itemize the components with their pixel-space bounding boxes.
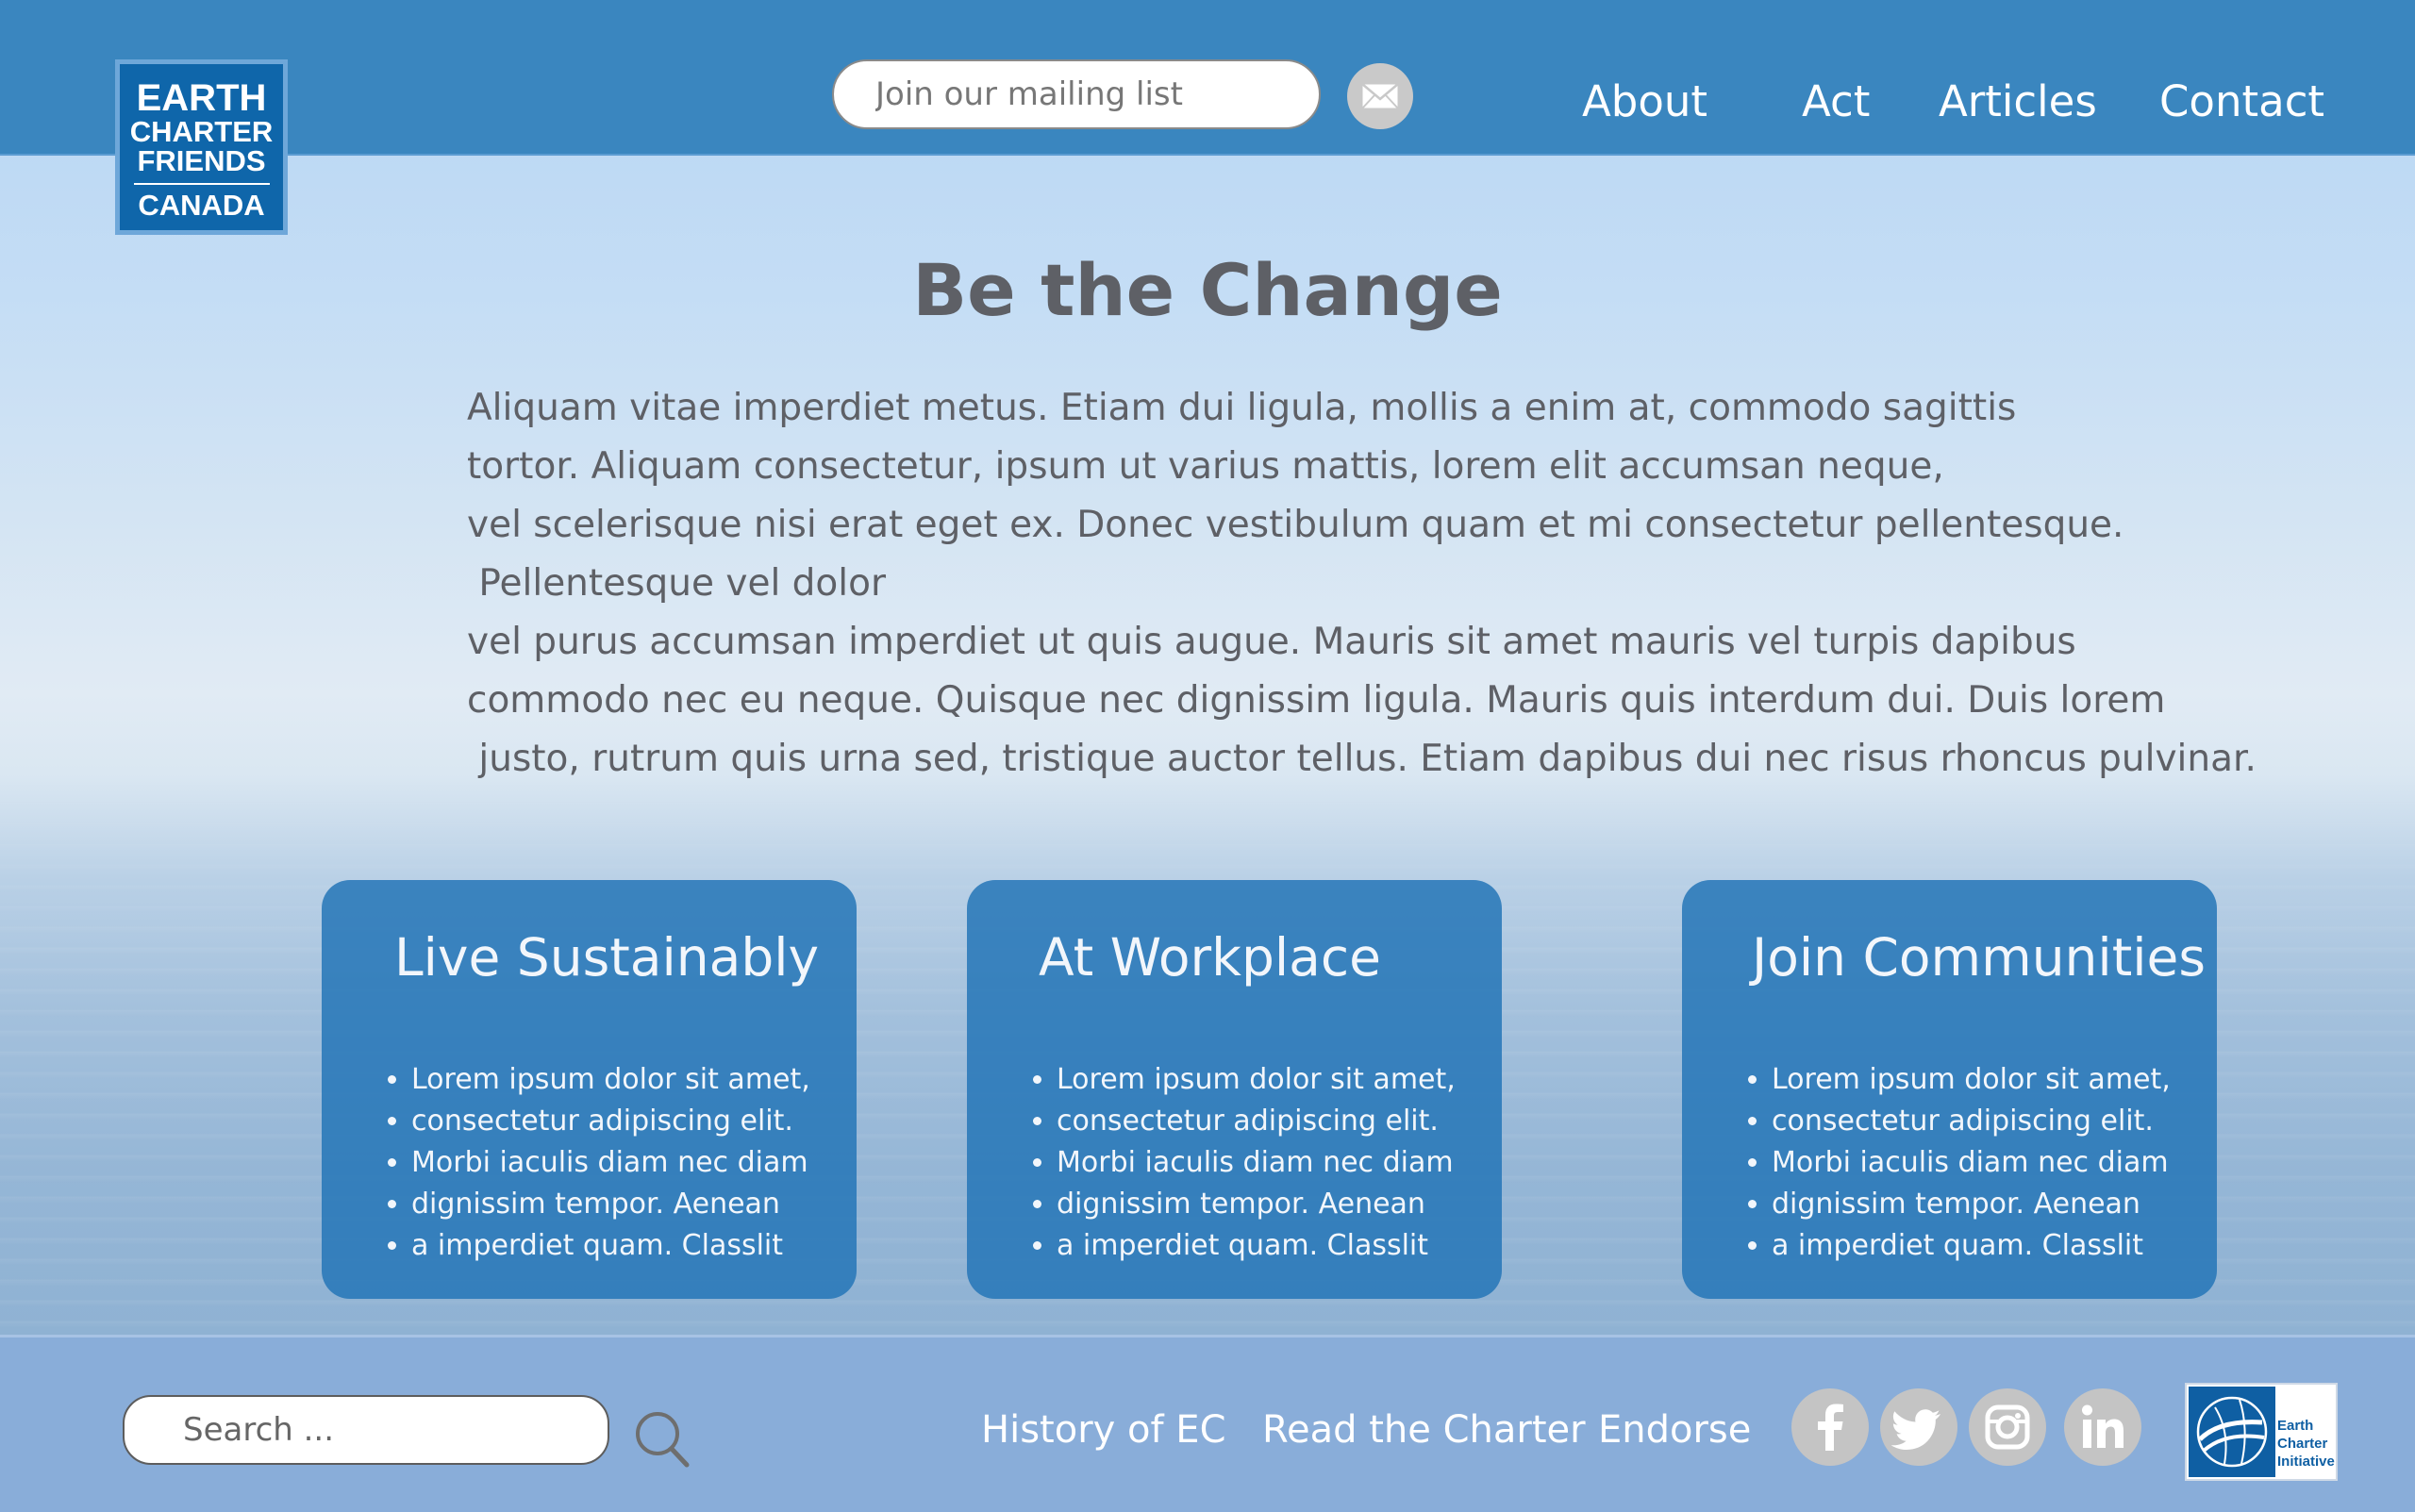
card-title: At Workplace <box>1039 927 1381 988</box>
facebook-button[interactable] <box>1791 1388 1869 1466</box>
list-item: a imperdiet quam. Classlit <box>1057 1225 1456 1267</box>
search-input[interactable] <box>123 1395 609 1465</box>
card-live-sustainably[interactable]: Live Sustainably Lorem ipsum dolor sit a… <box>322 880 857 1299</box>
list-item: dignissim tempor. Aenean <box>1057 1184 1456 1225</box>
list-item: consectetur adipiscing elit. <box>1057 1101 1456 1142</box>
instagram-button[interactable] <box>1969 1388 2046 1466</box>
card-title: Join Communities <box>1752 927 2207 988</box>
twitter-icon <box>1890 1409 1940 1450</box>
footer-link-read-charter[interactable]: Read the Charter <box>1262 1402 1586 1458</box>
intro-line: commodo nec eu neque. Quisque nec dignis… <box>467 679 2166 722</box>
nav-articles[interactable]: Articles <box>1939 74 2097 130</box>
partner-logo-line: Earth <box>2277 1418 2314 1434</box>
twitter-button[interactable] <box>1880 1388 1957 1466</box>
intro-line: vel scelerisque nisi erat eget ex. Donec… <box>467 504 2124 546</box>
intro-paragraph: Aliquam vitae imperdiet metus. Etiam dui… <box>467 379 2259 789</box>
intro-line: vel purus accumsan imperdiet ut quis aug… <box>467 621 2076 663</box>
partner-logo-text: Earth Charter Initiative <box>2277 1417 2335 1470</box>
list-item: dignissim tempor. Aenean <box>1772 1184 2171 1225</box>
intro-line: justo, rutrum quis urna sed, tristique a… <box>467 738 2257 780</box>
mailing-list-input[interactable] <box>832 59 1321 129</box>
logo-line-1: EARTH <box>136 77 267 119</box>
linkedin-icon <box>2082 1404 2124 1448</box>
partner-logo-line: Initiative <box>2277 1454 2335 1470</box>
list-item: a imperdiet quam. Classlit <box>1772 1225 2171 1267</box>
nav-about[interactable]: About <box>1582 74 1707 130</box>
intro-line: tortor. Aliquam consectetur, ipsum ut va… <box>467 445 1944 488</box>
card-list: Lorem ipsum dolor sit amet, consectetur … <box>322 1059 810 1267</box>
site-header: About Act Articles Contact <box>0 0 2415 156</box>
intro-line: Pellentesque vel dolor <box>467 562 887 605</box>
list-item: Lorem ipsum dolor sit amet, <box>1772 1059 2171 1101</box>
facebook-icon <box>1818 1404 1843 1451</box>
card-list: Lorem ipsum dolor sit amet, consectetur … <box>1682 1059 2171 1267</box>
intro-line: Aliquam vitae imperdiet metus. Etiam dui… <box>467 387 2017 429</box>
list-item: dignissim tempor. Aenean <box>411 1184 810 1225</box>
logo-line-3: FRIENDS <box>137 144 266 177</box>
search-button[interactable] <box>632 1408 692 1469</box>
earth-charter-initiative-logo[interactable]: Earth Charter Initiative <box>2185 1383 2338 1481</box>
nav-contact[interactable]: Contact <box>2159 74 2324 130</box>
partner-logo-line: Charter <box>2277 1436 2328 1452</box>
card-title: Live Sustainably <box>394 927 820 988</box>
envelope-icon <box>1361 83 1399 109</box>
list-item: consectetur adipiscing elit. <box>411 1101 810 1142</box>
footer-link-endorse[interactable]: Endorse <box>1598 1402 1751 1458</box>
list-item: Lorem ipsum dolor sit amet, <box>411 1059 810 1101</box>
list-item: consectetur adipiscing elit. <box>1772 1101 2171 1142</box>
list-item: Morbi iaculis diam nec diam <box>411 1142 810 1184</box>
instagram-icon <box>1985 1404 2030 1450</box>
card-list: Lorem ipsum dolor sit amet, consectetur … <box>967 1059 1456 1267</box>
globe-icon <box>2189 1387 2275 1477</box>
list-item: Morbi iaculis diam nec diam <box>1057 1142 1456 1184</box>
site-logo[interactable]: EARTH CHARTER FRIENDS CANADA <box>115 59 288 235</box>
logo-line-4: CANADA <box>138 189 265 222</box>
footer-link-history[interactable]: History of EC <box>981 1402 1226 1458</box>
site-footer: History of EC Read the Charter Endorse <box>0 1335 2415 1512</box>
card-at-workplace[interactable]: At Workplace Lorem ipsum dolor sit amet,… <box>967 880 1502 1299</box>
list-item: Lorem ipsum dolor sit amet, <box>1057 1059 1456 1101</box>
page-title: Be the Change <box>912 248 1503 332</box>
card-join-communities[interactable]: Join Communities Lorem ipsum dolor sit a… <box>1682 880 2217 1299</box>
logo-divider <box>133 183 270 185</box>
list-item: a imperdiet quam. Classlit <box>411 1225 810 1267</box>
nav-act[interactable]: Act <box>1802 74 1870 130</box>
logo-line-2: CHARTER <box>129 115 274 148</box>
search-icon <box>636 1412 690 1468</box>
mailing-list-submit-button[interactable] <box>1347 63 1413 129</box>
linkedin-button[interactable] <box>2064 1388 2141 1466</box>
list-item: Morbi iaculis diam nec diam <box>1772 1142 2171 1184</box>
